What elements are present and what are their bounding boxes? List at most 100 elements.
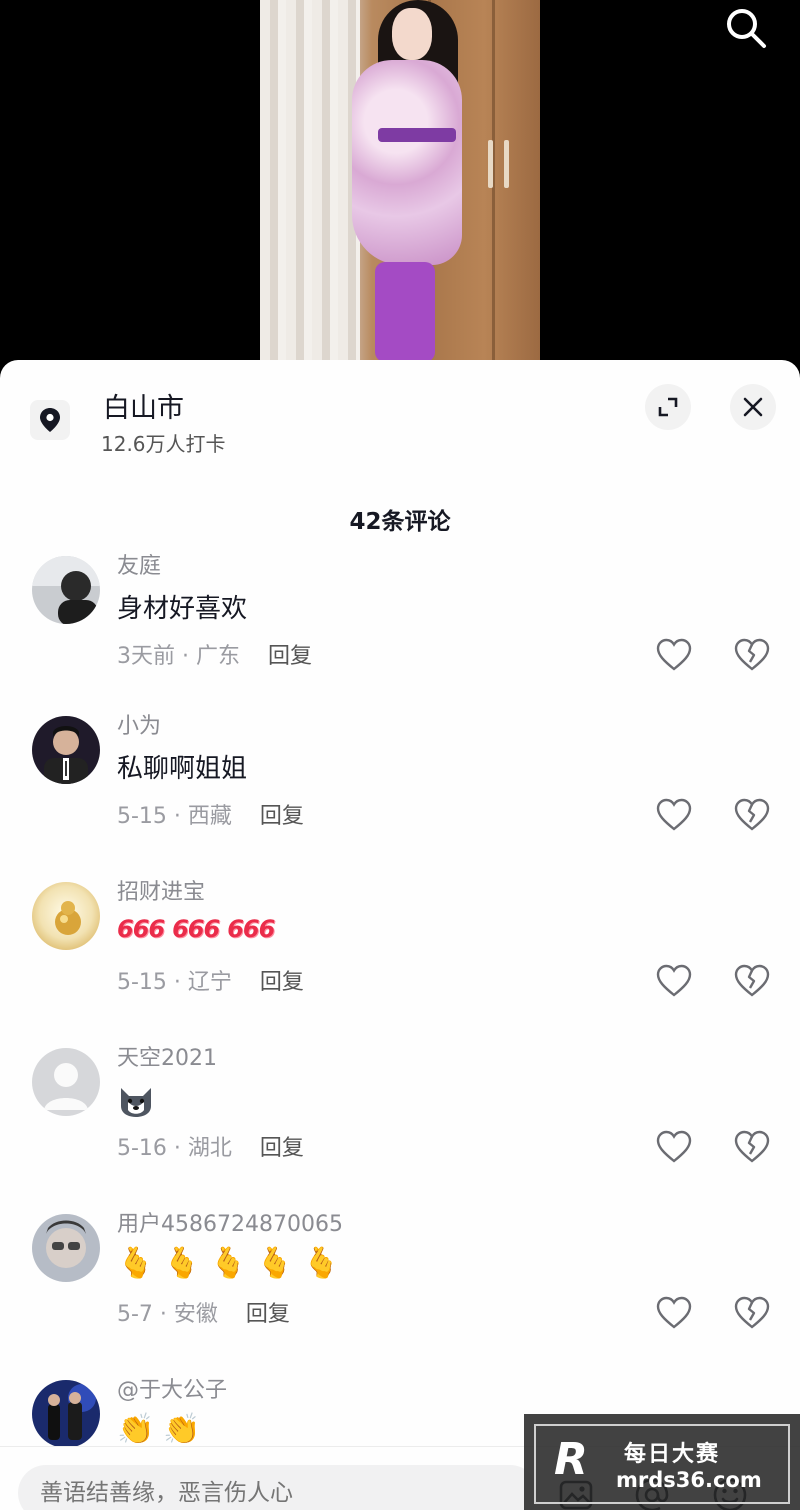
- expand-button[interactable]: [645, 384, 691, 430]
- like-button[interactable]: [656, 798, 692, 832]
- reply-button[interactable]: 回复: [260, 970, 304, 995]
- emoji-666: 666: [117, 915, 165, 943]
- avatar-image: [32, 1214, 100, 1282]
- comment-item: 小为 私聊啊姐姐 5-15 · 西藏 回复: [0, 714, 800, 882]
- comment-text: 666 666 666: [117, 914, 282, 944]
- heart-icon: [656, 1130, 692, 1163]
- video-curtain: [260, 0, 360, 362]
- heart-hand-emoji: 🫰: [117, 1246, 155, 1281]
- comment-text: 👏 👏: [117, 1412, 210, 1447]
- broken-heart-icon: [734, 964, 770, 997]
- comment-item: 招财进宝 666 666 666 5-15 · 辽宁 回复: [0, 880, 800, 1048]
- watermark-logo: R: [554, 1434, 588, 1485]
- emoji-666: 666: [227, 915, 275, 943]
- comment-meta: 5-15 · 西藏 回复: [117, 798, 304, 830]
- broken-heart-icon: [734, 798, 770, 831]
- video-player[interactable]: [0, 0, 800, 380]
- reply-button[interactable]: 回复: [246, 1302, 290, 1327]
- heart-icon: [656, 1296, 692, 1329]
- reply-button[interactable]: 回复: [260, 1136, 304, 1161]
- heart-icon: [656, 964, 692, 997]
- comment-text: 🫰 🫰 🫰 🫰 🫰: [117, 1246, 349, 1281]
- heart-hand-emoji: 🫰: [163, 1246, 201, 1281]
- like-button[interactable]: [656, 964, 692, 998]
- search-icon: [727, 9, 766, 48]
- video-person-belt: [378, 128, 456, 142]
- comment-text: 私聊啊姐姐: [117, 754, 248, 784]
- comment-author[interactable]: 用户4586724870065: [117, 1206, 343, 1238]
- comment-author[interactable]: 小为: [117, 708, 161, 740]
- comment-meta: 5-16 · 湖北 回复: [117, 1130, 304, 1162]
- broken-heart-icon: [734, 1130, 770, 1163]
- reply-button[interactable]: 回复: [268, 644, 312, 669]
- search-button[interactable]: [722, 4, 768, 50]
- video-person-dress: [352, 60, 462, 265]
- clap-emoji: 👏: [117, 1412, 155, 1447]
- video-wardrobe-handle: [504, 140, 509, 188]
- location-pin-icon: [40, 408, 60, 432]
- watermark-name: 每日大赛: [624, 1442, 721, 1467]
- default-avatar-icon: [32, 1048, 100, 1116]
- location-pin-badge[interactable]: [30, 400, 70, 440]
- avatar[interactable]: [32, 1048, 100, 1116]
- comment-author[interactable]: @于大公子: [117, 1372, 227, 1404]
- heart-icon: [656, 798, 692, 831]
- avatar-image: [32, 716, 100, 784]
- heart-hand-emoji: 🫰: [209, 1246, 248, 1281]
- dislike-button[interactable]: [734, 1296, 770, 1330]
- emoji-666: 666: [172, 915, 220, 943]
- like-button[interactable]: [656, 1296, 692, 1330]
- comment-time-location: 5-7 · 安徽: [117, 1302, 218, 1327]
- location-checkin-count: 12.6万人打卡: [101, 432, 226, 456]
- video-person-face: [392, 8, 432, 60]
- broken-heart-icon: [734, 1296, 770, 1329]
- comment-meta: 5-15 · 辽宁 回复: [117, 964, 304, 996]
- close-icon: [743, 397, 763, 417]
- reply-button[interactable]: 回复: [260, 804, 304, 829]
- comment-item: 友庭 身材好喜欢 3天前 · 广东 回复: [0, 554, 800, 722]
- watermark-url: mrds36.com: [616, 1468, 762, 1492]
- avatar-image: [32, 882, 100, 950]
- video-wardrobe-handle: [488, 140, 493, 188]
- avatar-image: [32, 1380, 100, 1448]
- avatar[interactable]: [32, 882, 100, 950]
- watermark: R 每日大赛 mrds36.com: [524, 1414, 800, 1510]
- watermark-frame: R 每日大赛 mrds36.com: [534, 1424, 790, 1504]
- dislike-button[interactable]: [734, 1130, 770, 1164]
- comment-author[interactable]: 天空2021: [117, 1040, 217, 1072]
- like-button[interactable]: [656, 1130, 692, 1164]
- like-button[interactable]: [656, 638, 692, 672]
- comment-count: 42条评论: [349, 509, 451, 535]
- close-button[interactable]: [730, 384, 776, 430]
- clap-emoji: 👏: [163, 1412, 201, 1447]
- comment-text: 身材好喜欢: [117, 594, 248, 624]
- dislike-button[interactable]: [734, 798, 770, 832]
- comment-author[interactable]: 招财进宝: [117, 874, 205, 906]
- comment-input[interactable]: [18, 1465, 538, 1510]
- comment-text: [117, 1080, 155, 1125]
- dislike-button[interactable]: [734, 638, 770, 672]
- video-person-legs: [375, 262, 435, 362]
- comment-time-location: 5-15 · 辽宁: [117, 970, 232, 995]
- comment-item: 用户4586724870065 🫰 🫰 🫰 🫰 🫰 5-7 · 安徽 回复: [0, 1212, 800, 1380]
- avatar-image: [32, 556, 100, 624]
- comment-sheet: 白山市 12.6万人打卡 42条评论 友庭 身材好喜欢 3天前 · 广东回复: [0, 360, 800, 1510]
- expand-icon: [658, 397, 678, 417]
- comment-meta: 5-7 · 安徽 回复: [117, 1296, 290, 1328]
- heart-hand-emoji: 🫰: [256, 1246, 294, 1281]
- comment-time-location: 3天前 · 广东: [117, 644, 240, 669]
- comment-item: 天空2021 5-16 · 湖北 回复: [0, 1046, 800, 1214]
- comment-meta: 3天前 · 广东 回复: [117, 638, 312, 670]
- broken-heart-icon: [734, 638, 770, 671]
- avatar[interactable]: [32, 1214, 100, 1282]
- comment-time-location: 5-15 · 西藏: [117, 804, 232, 829]
- video-frame[interactable]: [260, 0, 540, 362]
- location-title[interactable]: 白山市: [103, 386, 184, 425]
- avatar[interactable]: [32, 716, 100, 784]
- comment-time-location: 5-16 · 湖北: [117, 1136, 232, 1161]
- heart-icon: [656, 638, 692, 671]
- comment-author[interactable]: 友庭: [117, 548, 161, 580]
- dislike-button[interactable]: [734, 964, 770, 998]
- avatar[interactable]: [32, 1380, 100, 1448]
- avatar[interactable]: [32, 556, 100, 624]
